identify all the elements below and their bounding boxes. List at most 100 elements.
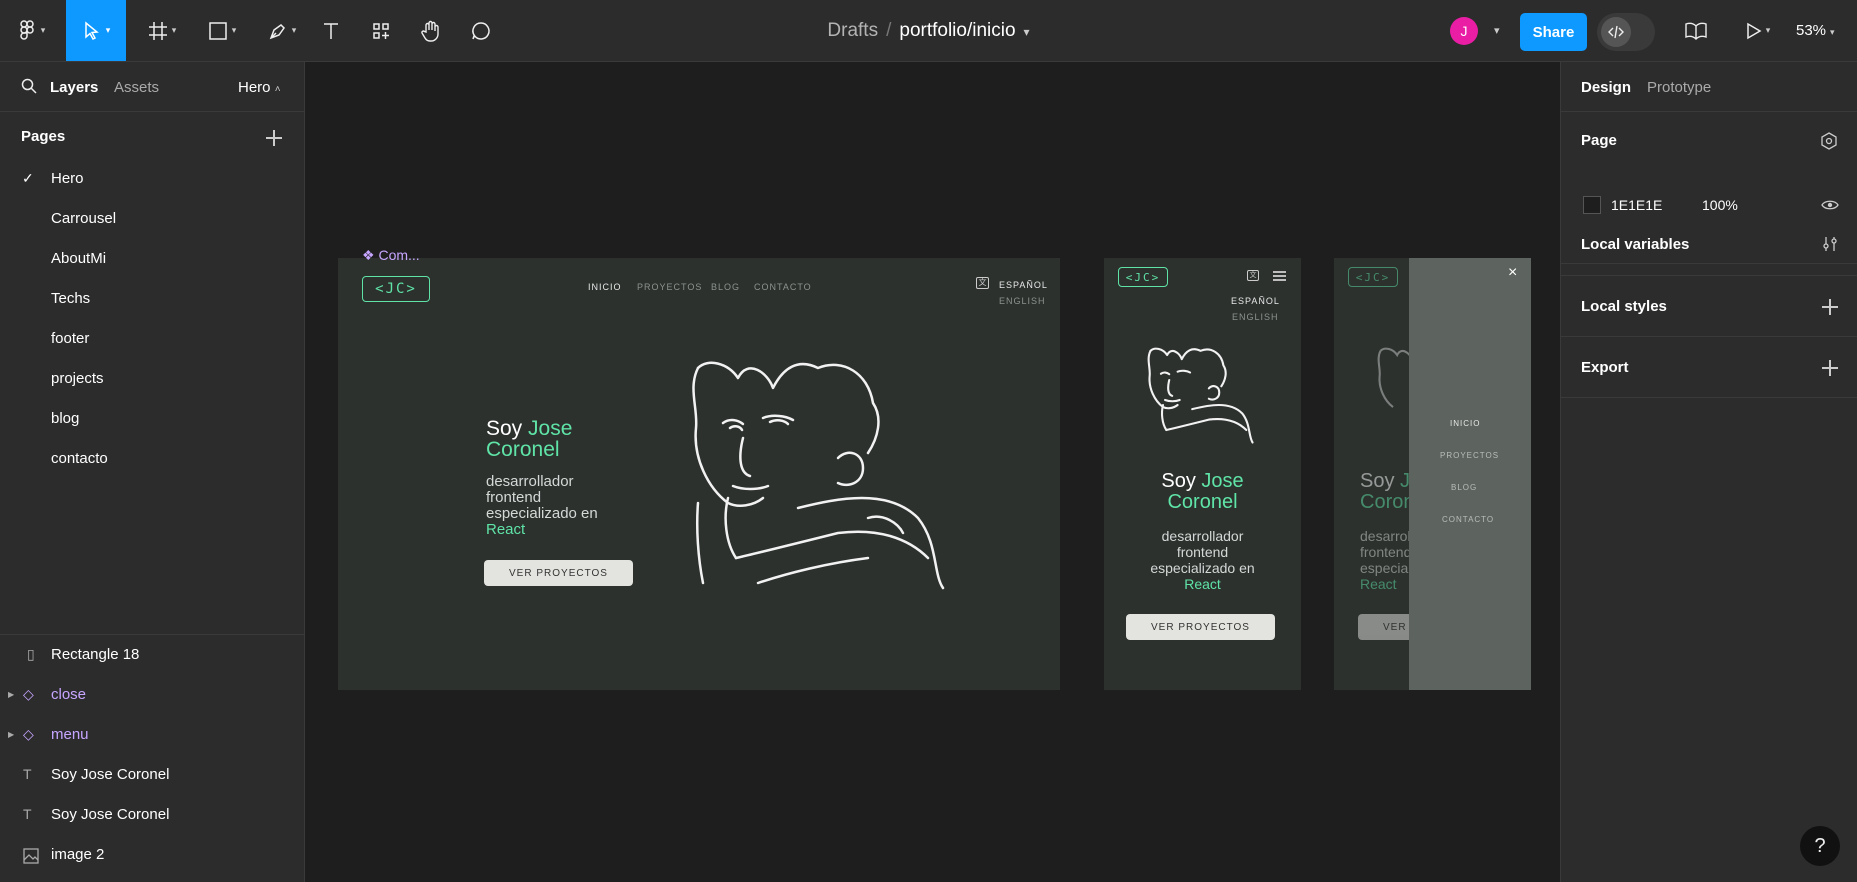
hero-title-prefix: Soy: [486, 417, 523, 440]
pages-heading: Pages: [21, 128, 66, 145]
hero-sub-line: frontend: [486, 489, 542, 506]
library-button[interactable]: [1683, 0, 1709, 61]
right-panel: Design Prototype Page 1E1E1E 100% Local …: [1560, 62, 1857, 882]
lang-espanol: ESPAÑOL: [999, 280, 1048, 290]
tab-layers[interactable]: Layers: [50, 79, 98, 96]
page-item-carrousel[interactable]: Carrousel: [51, 210, 116, 227]
component-icon: ◇: [23, 686, 34, 702]
hero-subtitle: desarrolladorfrontendespecializado enRea…: [486, 474, 598, 538]
help-button[interactable]: ?: [1800, 826, 1840, 866]
chevron-down-icon: ▾: [1765, 25, 1771, 35]
play-icon: [1746, 22, 1762, 39]
hamburger-menu-icon: [1273, 271, 1286, 281]
local-styles-title: Local styles: [1581, 298, 1667, 315]
desktop-frame[interactable]: <JC> INICIO PROYECTOS BLOG CONTACTO 文 ES…: [338, 258, 1060, 690]
export-title: Export: [1581, 359, 1629, 376]
add-page-icon[interactable]: [265, 129, 283, 147]
current-page-selector[interactable]: Hero ˄: [238, 79, 281, 96]
canvas[interactable]: <JC> INICIO PROYECTOS BLOG CONTACTO 文 ES…: [306, 62, 1560, 882]
page-item-blog[interactable]: blog: [51, 410, 79, 427]
breadcrumb-drafts[interactable]: Drafts: [827, 20, 878, 41]
page-settings-icon[interactable]: [1820, 132, 1838, 150]
panel-divider: [0, 634, 304, 635]
dev-mode-toggle[interactable]: [1597, 13, 1655, 51]
add-style-icon[interactable]: [1821, 298, 1839, 316]
search-icon[interactable]: [21, 78, 37, 94]
local-variables-section: Local variables: [1561, 215, 1857, 276]
layer-item[interactable]: image 2: [51, 846, 104, 863]
page-item-hero[interactable]: Hero: [51, 170, 84, 187]
menu-link-contacto: CONTACTO: [1442, 515, 1495, 524]
layer-item[interactable]: Soy Jose Coronel: [51, 766, 169, 783]
text-icon: T: [23, 766, 32, 782]
expand-caret-icon[interactable]: ▶: [8, 690, 14, 699]
local-variables-title[interactable]: Local variables: [1581, 236, 1689, 253]
current-page-name: Hero: [238, 79, 271, 96]
color-swatch[interactable]: [1583, 196, 1601, 214]
text-icon: T: [23, 806, 32, 822]
hero-title-name2: Coronel: [1167, 491, 1238, 513]
avatar[interactable]: J: [1450, 17, 1478, 45]
layer-item[interactable]: menu: [51, 726, 89, 743]
page-item-footer[interactable]: footer: [51, 330, 89, 347]
export-section: Export: [1561, 337, 1857, 398]
chevron-down-icon[interactable]: ▾: [1024, 25, 1030, 39]
component-label[interactable]: ❖ Com...: [362, 247, 420, 264]
tab-prototype[interactable]: Prototype: [1647, 79, 1711, 96]
zoom-menu[interactable]: 53% ▾: [1796, 22, 1835, 39]
menu-link-proyectos: PROYECTOS: [1440, 451, 1500, 460]
hero-sub-line: frontend: [1360, 544, 1412, 560]
page-item-projects[interactable]: projects: [51, 370, 104, 387]
hero-sub-line: especializado en: [486, 505, 598, 522]
present-button[interactable]: ▾: [1738, 0, 1778, 61]
page-item-techs[interactable]: Techs: [51, 290, 90, 307]
component-icon: ❖: [362, 247, 375, 263]
layer-item[interactable]: close: [51, 686, 86, 703]
hero-title: Soy JoseCoronel: [1104, 471, 1301, 513]
code-icon: [1601, 17, 1631, 47]
left-panel: Layers Assets Hero ˄ Pages ✓ Hero Carrou…: [0, 62, 305, 882]
hero-title-name2: Coronel: [486, 438, 560, 461]
hero-sub-line: especializado en: [1150, 560, 1255, 576]
file-name[interactable]: portfolio/inicio: [899, 20, 1015, 41]
toolbar: ▾ ▾ ▾ ▾ ▾ Drafts / portfolio/inicio ▾ J ▾ S…: [0, 0, 1857, 62]
layer-item[interactable]: Rectangle 18: [51, 646, 139, 663]
eye-icon[interactable]: [1821, 198, 1839, 212]
page-item-contacto[interactable]: contacto: [51, 450, 108, 467]
tab-design[interactable]: Design: [1581, 79, 1631, 96]
left-panel-tabs: Layers Assets Hero ˄: [0, 62, 304, 112]
lang-espanol: ESPAÑOL: [1231, 296, 1280, 306]
image-icon: [23, 848, 39, 864]
check-icon: ✓: [22, 170, 34, 186]
chevron-down-icon[interactable]: ▾: [1494, 24, 1500, 37]
menu-link-inicio: INICIO: [1450, 419, 1481, 428]
add-export-icon[interactable]: [1821, 359, 1839, 377]
ver-proyectos-button: VER PROYECTOS: [1126, 614, 1275, 640]
hero-title-prefix: Soy: [1360, 470, 1395, 492]
hero-sub-line: React: [1184, 576, 1221, 592]
portrait-illustration: [1147, 347, 1254, 444]
lang-english: ENGLISH: [999, 296, 1046, 306]
tab-assets[interactable]: Assets: [114, 79, 159, 96]
hero-title: Soy JoseCoronel: [486, 418, 572, 460]
lang-english: ENGLISH: [1232, 312, 1279, 322]
page-section-title: Page: [1581, 132, 1617, 149]
book-open-icon: [1685, 22, 1707, 40]
sliders-icon[interactable]: [1821, 235, 1839, 253]
zoom-level: 53%: [1796, 22, 1827, 39]
menu-link-blog: BLOG: [1451, 483, 1478, 492]
page-item-aboutmi[interactable]: AboutMi: [51, 250, 106, 267]
logo: <JC>: [1118, 267, 1168, 287]
mobile-frame[interactable]: <JC> 文 ESPAÑOL ENGLISH Soy Jose Coronel d…: [1104, 258, 1301, 690]
mobile-menu-frame[interactable]: <JC> Soy JoseCoronel desarrolladorfronte…: [1334, 258, 1531, 690]
translate-icon: 文: [976, 277, 989, 289]
chevron-down-icon: ▾: [1830, 27, 1835, 37]
page-bg-opacity-input[interactable]: 100%: [1702, 197, 1738, 213]
page-bg-hex-input[interactable]: 1E1E1E: [1611, 197, 1662, 213]
hero-sub-line: desarrollador: [1161, 528, 1244, 544]
ver-proyectos-button: VER PROYECTOS: [484, 560, 633, 586]
expand-caret-icon[interactable]: ▶: [8, 730, 14, 739]
layer-item[interactable]: Soy Jose Coronel: [51, 806, 169, 823]
nav-link-proyectos: PROYECTOS: [637, 282, 703, 292]
share-button[interactable]: Share: [1520, 13, 1587, 51]
